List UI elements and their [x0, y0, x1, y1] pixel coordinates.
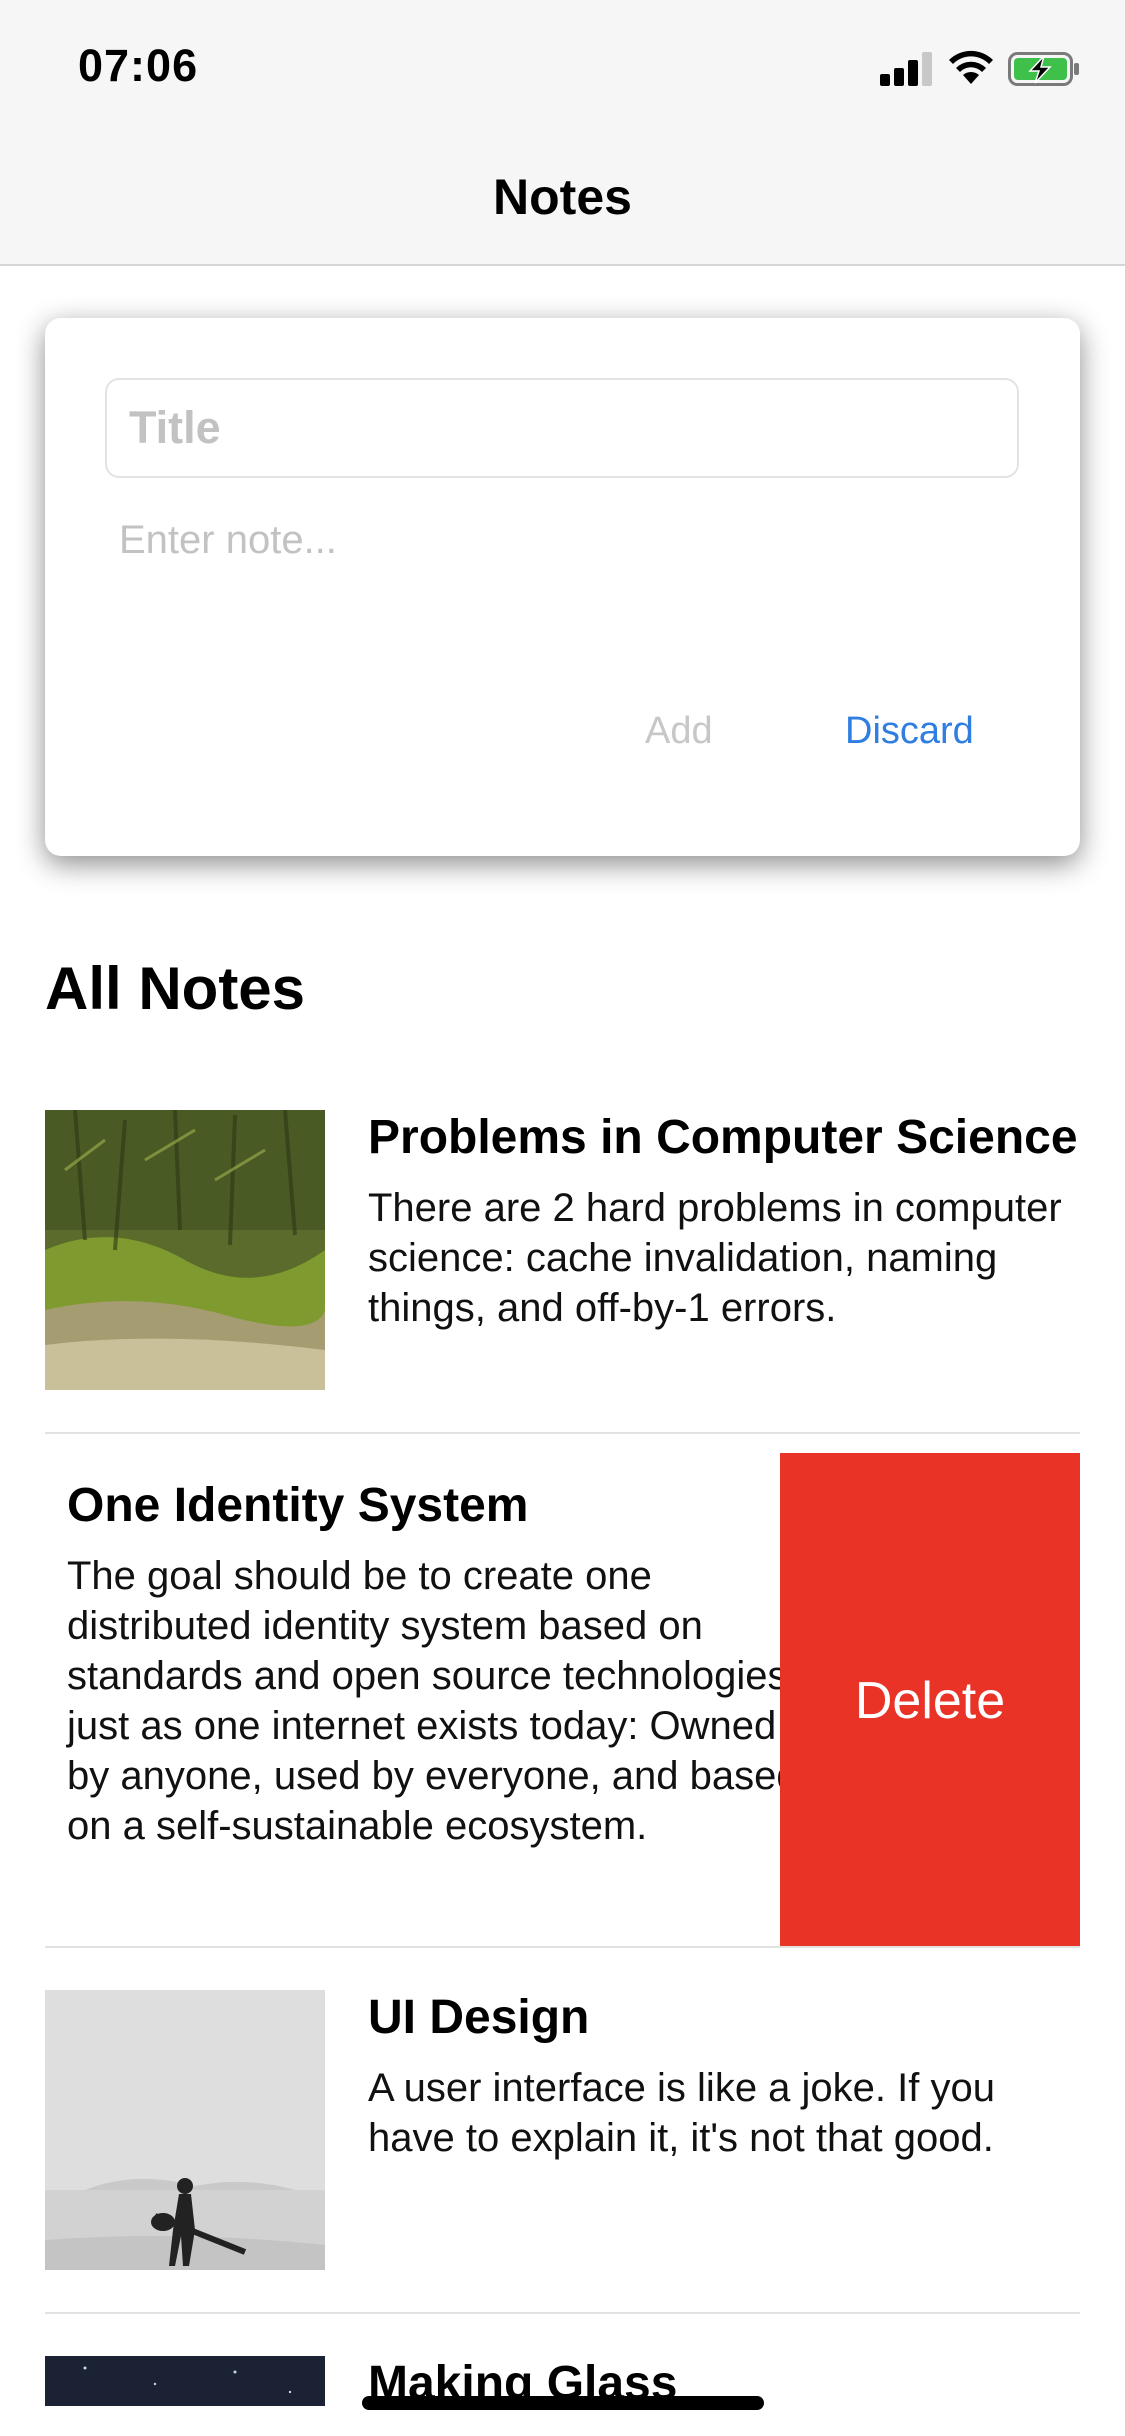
- note-thumbnail-image: [45, 2356, 325, 2406]
- row-divider: [45, 1946, 1080, 1948]
- note-title: Problems in Computer Science: [368, 1111, 1078, 1164]
- new-note-card: Add Discard: [45, 318, 1080, 856]
- battery-charging-icon: [1008, 52, 1079, 86]
- note-title: One Identity System: [67, 1479, 529, 1532]
- cellular-signal-icon: [880, 50, 934, 86]
- note-body-input[interactable]: [119, 518, 1019, 628]
- note-content: UI Design A user interface is like a jok…: [368, 1990, 1080, 2163]
- note-content: Problems in Computer Science There are 2…: [368, 1110, 1080, 1333]
- note-row[interactable]: UI Design A user interface is like a jok…: [45, 1990, 1080, 2290]
- note-body: A user interface is like a joke. If you …: [368, 2066, 995, 2160]
- note-body: The goal should be to create one distrib…: [67, 1554, 799, 1848]
- wifi-icon: [949, 50, 993, 84]
- page-title: Notes: [493, 169, 632, 225]
- note-title-input[interactable]: [105, 378, 1019, 478]
- section-title: All Notes: [45, 955, 306, 1022]
- note-row[interactable]: Problems in Computer Science There are 2…: [45, 1110, 1080, 1410]
- discard-button[interactable]: Discard: [845, 710, 974, 753]
- note-title: UI Design: [368, 1991, 590, 2044]
- notes-screen: 07:06 Notes Add Discard All Notes: [0, 0, 1125, 2436]
- row-divider: [45, 2312, 1080, 2314]
- note-thumbnail-image: [45, 1110, 325, 1390]
- delete-button[interactable]: Delete: [780, 1453, 1080, 1948]
- row-divider: [45, 1432, 1080, 1434]
- add-button[interactable]: Add: [645, 710, 713, 753]
- navigation-bar: 07:06 Notes: [0, 0, 1125, 266]
- note-thumbnail-image: [45, 1990, 325, 2270]
- status-time: 07:06: [78, 40, 199, 91]
- home-indicator[interactable]: [362, 2396, 764, 2410]
- note-body: There are 2 hard problems in computer sc…: [368, 1186, 1062, 1330]
- note-content: One Identity System The goal should be t…: [67, 1478, 802, 1851]
